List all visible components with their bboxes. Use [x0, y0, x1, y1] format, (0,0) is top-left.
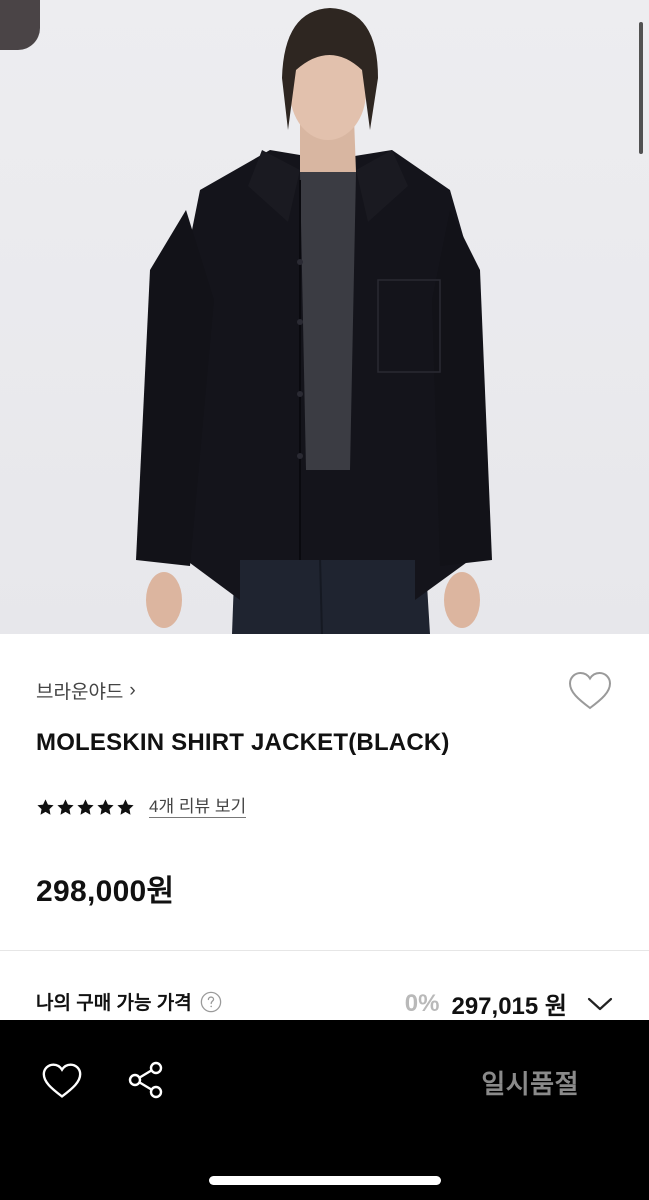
star-icon [117, 799, 134, 815]
discount-rate: 0% [404, 989, 440, 1017]
chevron-down-icon [587, 997, 613, 1010]
brand-link[interactable]: 브라운야드 › [36, 677, 136, 704]
heart-outline-icon [42, 1063, 82, 1098]
review-link[interactable]: 4개 리뷰 보기 [149, 797, 247, 818]
wishlist-button[interactable] [568, 671, 612, 711]
bottom-action-bar: 일시품절 [0, 1020, 649, 1200]
soldout-status: 일시품절 [481, 1069, 579, 1099]
scrollbar[interactable] [639, 22, 643, 154]
product-price: 298,000원 [36, 875, 175, 908]
my-price-value: 297,015 원 [451, 993, 567, 1020]
share-button[interactable] [126, 1060, 166, 1100]
wishlist-button-bottom[interactable] [42, 1062, 82, 1100]
section-divider [0, 950, 649, 951]
product-image[interactable] [0, 0, 649, 634]
star-icon [97, 799, 114, 815]
heart-outline-icon [568, 671, 612, 710]
product-title: MOLESKIN SHIRT JACKET(BLACK) [36, 729, 450, 756]
my-price-label: 나의 구매 가능 가격 [36, 993, 192, 1014]
home-indicator[interactable] [209, 1176, 441, 1185]
product-photo [136, 8, 492, 634]
image-corner-decoration [0, 0, 40, 50]
my-price-expand[interactable]: 0% 297,015 원 [405, 986, 613, 1021]
star-icon [57, 799, 74, 815]
rating-row: 4개 리뷰 보기 [36, 797, 247, 818]
star-icon [77, 799, 94, 815]
my-price-label-row: 나의 구매 가능 가격 [36, 988, 222, 1015]
brand-name: 브라운야드 [36, 682, 124, 703]
share-icon [128, 1061, 163, 1099]
chevron-right-icon: › [129, 679, 136, 701]
star-icon [37, 799, 54, 815]
rating-stars [36, 798, 135, 817]
question-circle-icon[interactable] [200, 991, 222, 1013]
